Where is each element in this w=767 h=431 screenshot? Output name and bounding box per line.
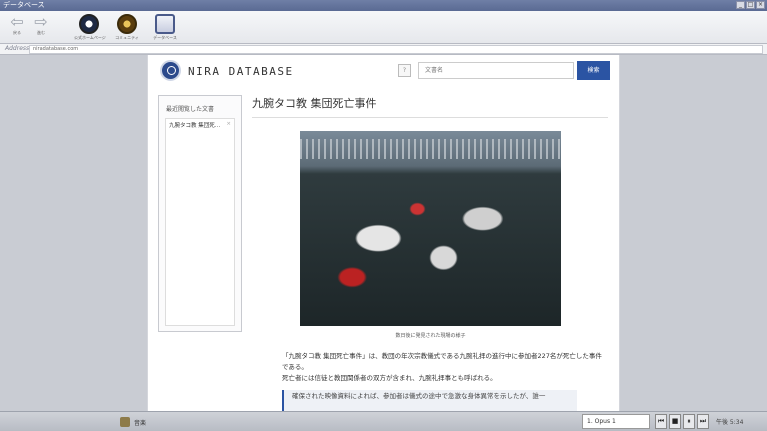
recent-document-item[interactable]: 九腕タコ教 集団死… ×: [166, 119, 234, 131]
article-quote: 確保された映像資料によれば、参加者は儀式の途中で急激な身体異常を示したが、誰一: [282, 390, 577, 411]
window-title: データベース: [3, 1, 45, 9]
clock: 午後 5:34: [716, 419, 744, 426]
stop-button[interactable]: ■: [669, 414, 681, 429]
community-icon: [117, 14, 137, 34]
arrow-left-icon: ⇦: [10, 12, 24, 31]
maximize-button[interactable]: □: [746, 1, 755, 9]
official-homepage-button[interactable]: 公式ホームページ: [74, 14, 106, 41]
address-label: Address: [5, 45, 30, 52]
article-photo: [300, 131, 561, 326]
minimize-button[interactable]: _: [736, 1, 745, 9]
photo-railing: [300, 139, 561, 159]
web-page: NIRA DATABASE ? 検索 最近閲覧した文書 九腕タコ教 集団死… ×…: [147, 55, 620, 411]
article: 九腕タコ教 集団死亡事件 数日後に発見された現場の様子 「九腕タコ教 集団死亡事…: [252, 95, 608, 411]
site-logo[interactable]: [160, 60, 181, 81]
recent-documents-title: 最近閲覧した文書: [166, 106, 215, 113]
next-track-button[interactable]: ⏭: [697, 414, 709, 429]
back-button[interactable]: ⇦ 戻る: [4, 14, 30, 36]
photo-caption: 数日後に発見された現場の様子: [395, 333, 466, 339]
database-icon: [155, 14, 175, 34]
taskbar-item-music[interactable]: 音楽: [120, 415, 146, 429]
previous-track-button[interactable]: ⏮: [655, 414, 667, 429]
article-title: 九腕タコ教 集団死亡事件: [252, 95, 608, 118]
pause-button[interactable]: ⏸: [683, 414, 695, 429]
toolbar: ⇦ 戻る ⇨ 進む 公式ホームページ コミュニティ データベース: [0, 11, 767, 44]
start-button[interactable]: [2, 414, 112, 430]
recent-documents-list: 九腕タコ教 集団死… ×: [165, 118, 235, 326]
community-button[interactable]: コミュニティ: [112, 14, 142, 41]
database-button[interactable]: データベース: [150, 14, 180, 41]
recent-document-label: 九腕タコ教 集団死…: [169, 123, 221, 129]
article-paragraph: 「九腕タコ教 集団死亡事件」は、教団の年次宗教儀式である九腕礼拝の進行中に参加者…: [282, 352, 602, 371]
article-paragraph: 死亡者には信徒と教団関係者の双方が含まれ、九腕礼拝事とも呼ばれる。: [282, 374, 497, 382]
close-button[interactable]: ×: [756, 1, 765, 9]
forward-button[interactable]: ⇨ 進む: [28, 14, 54, 36]
arrow-right-icon: ⇨: [34, 12, 48, 31]
window-controls: _ □ ×: [736, 1, 765, 9]
address-input[interactable]: niradatabase.com: [29, 45, 763, 54]
article-body: 「九腕タコ教 集団死亡事件」は、教団の年次宗教儀式である九腕礼拝の進行中に参加者…: [282, 351, 602, 384]
taskbar-item-label: 音楽: [134, 419, 147, 427]
taskbar: 音楽 1. Opus 1 ⏮ ■ ⏸ ⏭ 午後 5:34: [0, 411, 767, 431]
track-display: 1. Opus 1: [582, 414, 650, 429]
help-button[interactable]: ?: [398, 64, 411, 77]
search-input[interactable]: [418, 62, 574, 79]
title-bar: データベース _ □ ×: [0, 0, 767, 11]
address-bar: Address niradatabase.com: [0, 44, 767, 55]
music-icon: [120, 417, 130, 427]
site-title: NIRA DATABASE: [188, 65, 294, 78]
emblem-icon: [79, 14, 99, 34]
search-button[interactable]: 検索: [577, 61, 610, 80]
recent-documents-panel: 最近閲覧した文書 九腕タコ教 集団死… ×: [158, 95, 242, 332]
close-icon[interactable]: ×: [226, 121, 231, 129]
